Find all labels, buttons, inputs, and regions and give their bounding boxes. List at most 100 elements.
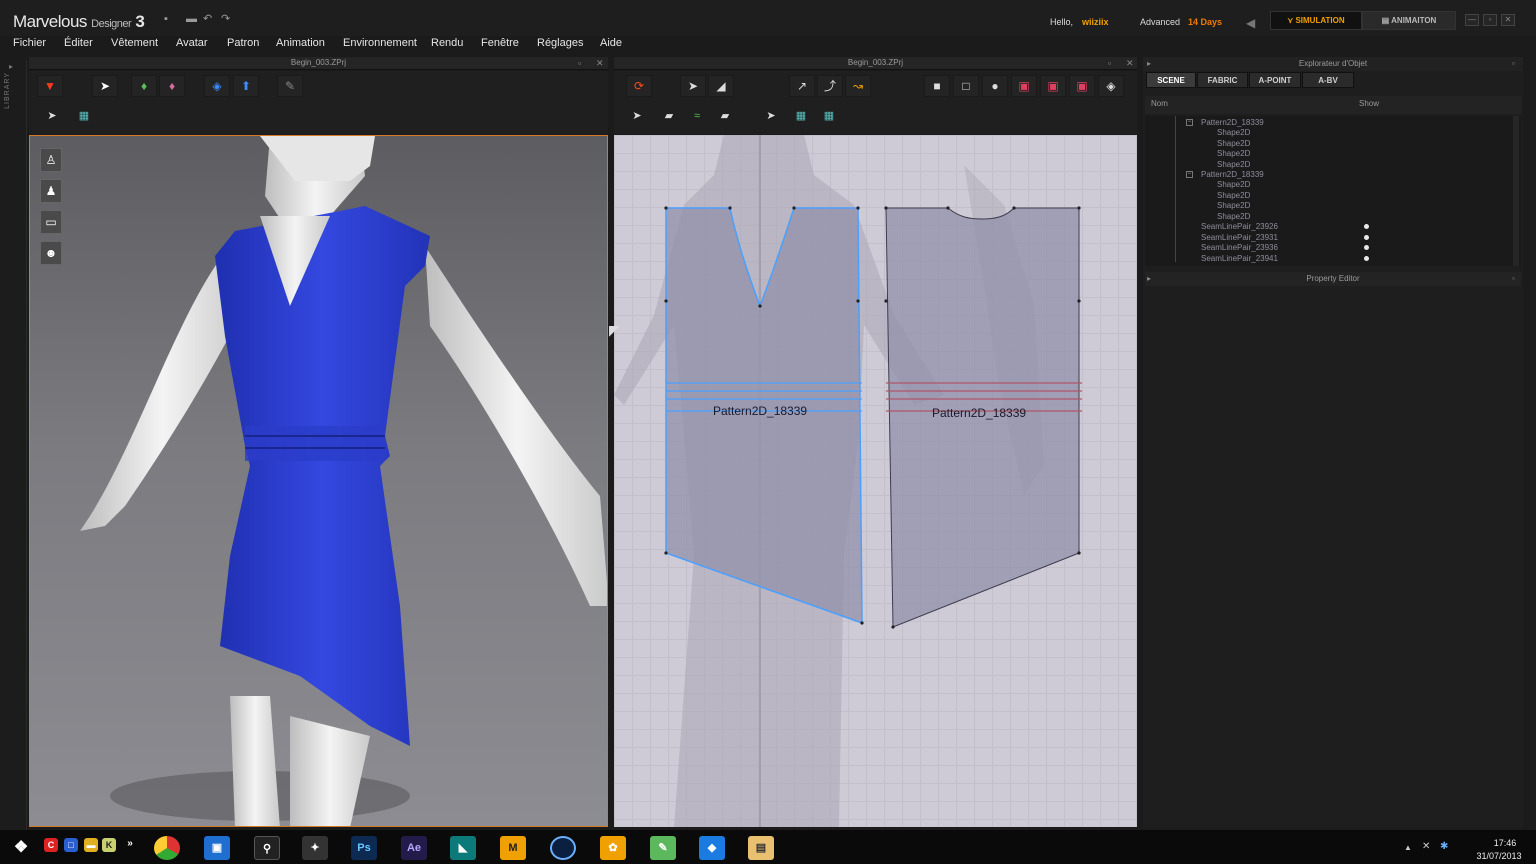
show-toggle-dot[interactable] (1364, 235, 1369, 240)
tab-fabric[interactable]: FABRIC (1197, 72, 1248, 88)
menu-rendu[interactable]: Rendu (431, 36, 463, 50)
add-point-icon[interactable]: ⤴ (817, 75, 843, 97)
fold-icon[interactable]: ♦ (159, 75, 185, 97)
tree-item[interactable]: Shape2D (1217, 212, 1250, 221)
tree-seam-pair[interactable]: SeamLinePair_23931 (1201, 233, 1278, 242)
undo-icon[interactable]: ↶ (203, 14, 215, 25)
collapse-icon[interactable]: − (1186, 119, 1193, 126)
tree-seam-pair[interactable]: SeamLinePair_23926 (1201, 222, 1278, 231)
show-toggle-dot[interactable] (1364, 224, 1369, 229)
dropbox-icon[interactable]: ◆ (699, 836, 725, 860)
dart-icon[interactable]: ◈ (1098, 75, 1124, 97)
texture-transform-icon[interactable]: ▦ (818, 107, 840, 127)
library-toggle-icon[interactable]: ▸ (9, 62, 13, 71)
segment-sewing-icon[interactable]: ▰ (658, 107, 680, 127)
menu-editer[interactable]: Éditer (64, 36, 93, 50)
explorer-icon[interactable]: ▤ (748, 836, 774, 860)
clock-time[interactable]: 17:46 (1480, 838, 1530, 848)
undock-2d-icon[interactable]: ▫ (1108, 58, 1111, 68)
panel-2d-close-icon[interactable]: ✕ (1126, 58, 1134, 69)
menu-avatar[interactable]: Avatar (176, 36, 208, 50)
transform-pattern-icon[interactable]: ➤ (680, 75, 706, 97)
maya-icon[interactable]: ◣ (450, 836, 476, 860)
menu-reglages[interactable]: Réglages (537, 36, 583, 50)
column-show[interactable]: Show (1359, 99, 1379, 108)
library-sidebar[interactable] (0, 60, 27, 830)
tree-item[interactable]: Shape2D (1217, 191, 1250, 200)
network-icon[interactable]: ✱ (1440, 841, 1448, 852)
undock-icon[interactable]: ▫ (578, 58, 581, 68)
save-icon[interactable]: ▪ (164, 14, 176, 25)
tree-item[interactable]: Shape2D (1217, 139, 1250, 148)
select-move-icon[interactable]: ➤ (92, 75, 118, 97)
menu-animation[interactable]: Animation (276, 36, 325, 50)
fold-arrange-icon[interactable]: ♦ (131, 75, 157, 97)
scene-tree[interactable]: − Pattern2D_18339 Shape2D Shape2D Shape2… (1145, 116, 1521, 266)
refresh-sync-icon[interactable]: ⟳ (626, 75, 652, 97)
circle-icon[interactable]: ● (982, 75, 1008, 97)
minimize-button[interactable]: — (1465, 14, 1479, 26)
tree-item[interactable]: Shape2D (1217, 160, 1250, 169)
rectangle-icon[interactable]: □ (953, 75, 979, 97)
volume-muted-icon[interactable]: ✕ (1422, 841, 1430, 852)
tree-item[interactable]: Shape2D (1217, 180, 1250, 189)
menu-aide[interactable]: Aide (600, 36, 622, 50)
user-name[interactable]: wiiziix (1082, 17, 1109, 27)
quicklaunch-more-icon[interactable]: » (124, 832, 136, 856)
quicklaunch-icon[interactable]: K (102, 838, 116, 852)
menu-environnement[interactable]: Environnement (343, 36, 417, 50)
restore-button[interactable]: ▫ (1483, 14, 1497, 26)
column-name[interactable]: Nom (1151, 99, 1168, 108)
quicklaunch-icon[interactable]: □ (64, 838, 78, 852)
edit-point-icon[interactable]: ◢ (708, 75, 734, 97)
polygon-icon[interactable]: ■ (924, 75, 950, 97)
cinema4d-icon[interactable] (550, 836, 576, 860)
save-app-icon[interactable]: ▣ (204, 836, 230, 860)
tree-seam-pair[interactable]: SeamLinePair_23941 (1201, 254, 1278, 263)
viewport-3d[interactable]: ♙ ♟ ▭ ☻ (29, 135, 608, 827)
internal-polygon-icon[interactable]: ▣ (1011, 75, 1037, 97)
menu-patron[interactable]: Patron (227, 36, 259, 50)
avatar-garment-icon[interactable]: ♙ (40, 148, 62, 172)
photoshop-icon[interactable]: Ps (351, 836, 377, 860)
trace-icon[interactable]: ▰ (714, 107, 736, 127)
pinwheel-app-icon[interactable]: ✿ (600, 836, 626, 860)
tree-item[interactable]: Shape2D (1217, 149, 1250, 158)
menu-vetement[interactable]: Vêtement (111, 36, 158, 50)
tree-seam-pair[interactable]: SeamLinePair_23936 (1201, 243, 1278, 252)
select-texture-icon[interactable]: ➤ (760, 107, 782, 127)
internal-circle-icon[interactable]: ▣ (1069, 75, 1095, 97)
simulation-mode-button[interactable]: ⋎ SIMULATION (1270, 11, 1362, 30)
redo-icon[interactable]: ↷ (221, 14, 233, 25)
menu-fichier[interactable]: Fichier (13, 36, 46, 50)
pin-panel-icon[interactable]: ▸ (1147, 59, 1151, 68)
avatar-body-icon[interactable]: ♟ (40, 179, 62, 203)
property-undock-icon[interactable]: ▫ (1512, 274, 1515, 283)
marvelous-app-icon[interactable]: M (500, 836, 526, 860)
viewport-2d[interactable]: Pattern2D_18339 Pattern2D_18339 (614, 135, 1137, 827)
pin-icon[interactable]: ✎ (277, 75, 303, 97)
avatar-folder-icon[interactable]: ▭ (40, 210, 62, 234)
tree-scrollbar[interactable] (1513, 116, 1519, 266)
internal-rectangle-icon[interactable]: ▣ (1040, 75, 1066, 97)
library-label[interactable]: LIBRARY (4, 72, 11, 109)
megaphone-icon[interactable]: ◀ (1246, 16, 1255, 30)
arrangement-icon[interactable]: ◈ (204, 75, 230, 97)
tab-a-point[interactable]: A-POINT (1249, 72, 1301, 88)
edit-curvature-icon[interactable]: ↗ (789, 75, 815, 97)
show-toggle-dot[interactable] (1364, 245, 1369, 250)
collapse-icon[interactable]: − (1186, 171, 1193, 178)
tab-scene[interactable]: SCENE (1146, 72, 1196, 88)
tree-group[interactable]: Pattern2D_18339 (1201, 118, 1264, 127)
panel-close-icon[interactable]: ✕ (596, 58, 604, 69)
avatar-head-icon[interactable]: ☻ (40, 241, 62, 265)
tray-expand-icon[interactable]: ▲ (1404, 843, 1412, 852)
texture-grid-icon[interactable]: ▦ (73, 107, 95, 127)
evernote-icon[interactable]: ✎ (650, 836, 676, 860)
zbrush-icon[interactable]: ✦ (302, 836, 328, 860)
start-orb-icon[interactable]: ❖ (8, 836, 34, 860)
mouse-app-icon[interactable]: ⚲ (254, 836, 280, 860)
close-button[interactable]: ✕ (1501, 14, 1515, 26)
tree-item[interactable]: Shape2D (1217, 201, 1250, 210)
texture-edit-icon[interactable]: ▦ (790, 107, 812, 127)
